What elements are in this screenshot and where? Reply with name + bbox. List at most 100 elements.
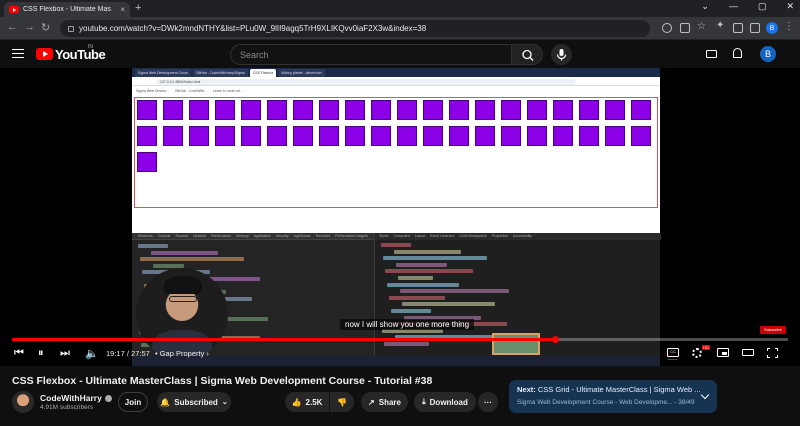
search-button[interactable] <box>511 44 543 65</box>
code-line <box>389 295 445 300</box>
devtools-styles-tab: Layout <box>414 234 426 238</box>
next-icon[interactable]: ⏭ <box>60 347 70 360</box>
back-arrow-icon[interactable]: ← <box>7 21 18 33</box>
devtools-styles-tab: Computed <box>393 234 410 238</box>
reload-icon[interactable]: ↻ <box>41 21 50 34</box>
bookmark-star-icon[interactable]: ☆ <box>697 21 707 32</box>
share-arrow-icon: ↗ <box>368 397 375 407</box>
video-caption: now I will show you one more thing <box>340 319 475 330</box>
devtools-tab: Security <box>275 234 289 238</box>
chapter-title[interactable]: • Gap Property › <box>155 349 209 358</box>
account-avatar[interactable]: B <box>760 46 776 62</box>
video-player[interactable]: Sigma Web Development Cours GitHub - Cod… <box>0 68 800 366</box>
settings-gear-icon[interactable] <box>692 348 702 358</box>
flex-item-box <box>631 100 651 120</box>
create-video-icon[interactable] <box>706 50 717 58</box>
volume-icon[interactable]: 🔈 <box>85 347 99 360</box>
flex-item-box <box>527 100 547 120</box>
like-button[interactable]: 👍 2.5K <box>285 392 329 412</box>
subtitles-cc-icon[interactable]: CC <box>667 348 679 360</box>
bell-icon: 🔔 <box>160 397 171 407</box>
new-tab-button[interactable]: + <box>135 2 141 14</box>
flex-container-demo <box>134 97 658 208</box>
thumbs-down-icon: 👎 <box>337 397 347 407</box>
devtools-styles-tab: Accessibility <box>512 234 532 238</box>
notifications-bell-icon[interactable] <box>733 48 742 58</box>
side-panel-icon[interactable] <box>750 23 760 33</box>
recorded-browser-tabs: Sigma Web Development Cours GitHub - Cod… <box>132 68 660 77</box>
flex-item-box <box>371 126 391 146</box>
google-lens-icon[interactable] <box>662 23 672 33</box>
theater-mode-icon[interactable] <box>742 349 754 356</box>
code-line <box>400 289 509 294</box>
flex-item-box <box>241 100 261 120</box>
devtools-styles-tab: DOM Breakpoints <box>459 234 487 238</box>
tab-search-icon[interactable]: ⌄ <box>701 1 709 12</box>
forward-arrow-icon[interactable]: → <box>24 21 35 33</box>
miniplayer-icon[interactable] <box>717 348 729 357</box>
url-text: youtube.com/watch?v=DWk2mndNTHY&list=PLu… <box>79 24 427 33</box>
close-window-button[interactable]: ✕ <box>786 1 794 12</box>
more-icon: ··· <box>484 397 492 407</box>
maximize-button[interactable]: ▢ <box>758 1 767 12</box>
flex-item-box <box>137 126 157 146</box>
presenter-hair <box>164 276 202 294</box>
progress-scrubber[interactable] <box>551 336 559 343</box>
fullscreen-icon[interactable] <box>767 348 778 358</box>
voice-search-button[interactable] <box>551 44 572 65</box>
flex-item-box <box>241 126 261 146</box>
chrome-menu-icon[interactable]: ⋮ <box>784 21 794 32</box>
devtools-tab: Network <box>193 234 207 238</box>
minimize-button[interactable]: — <box>729 1 738 12</box>
search-placeholder: Search <box>240 49 269 60</box>
youtube-logo-text[interactable]: YouTube <box>55 47 106 62</box>
recorded-bookmark: Learn to code onl... <box>213 89 244 93</box>
browser-tab[interactable]: CSS Flexbox - Ultimate Mas × <box>4 2 130 17</box>
flex-item-box <box>319 126 339 146</box>
flex-item-box <box>475 126 495 146</box>
code-line <box>138 244 168 248</box>
next-video-card[interactable]: Next: CSS Grid - Ultimate MasterClass | … <box>509 380 717 413</box>
channel-avatar[interactable] <box>12 391 34 413</box>
presenter-glasses <box>169 296 197 302</box>
devtools-styles-tab: Properties <box>491 234 508 238</box>
playlist-position: 38/49 <box>678 399 695 406</box>
reading-list-icon[interactable] <box>733 23 743 33</box>
flex-item-box <box>215 126 235 146</box>
code-line <box>398 275 433 280</box>
dislike-button[interactable]: 👎 <box>330 392 354 412</box>
code-line <box>387 282 459 287</box>
address-bar[interactable]: youtube.com/watch?v=DWk2mndNTHY&list=PLu… <box>60 20 650 37</box>
flex-item-box <box>397 126 417 146</box>
code-line <box>383 256 487 261</box>
flex-item-box <box>189 100 209 120</box>
flex-item-box <box>137 152 157 172</box>
hd-badge: HD <box>702 345 710 350</box>
next-video-title: CSS Grid - Ultimate MasterClass | Sigma … <box>537 385 701 394</box>
flex-item-box <box>293 126 313 146</box>
subscriber-count: 4.91M subscribers <box>40 404 94 411</box>
tab-close-icon[interactable]: × <box>120 5 125 14</box>
share-page-icon[interactable] <box>680 23 690 33</box>
pause-icon[interactable]: ⏸ <box>38 347 44 360</box>
subscribe-watermark[interactable]: Subscribe <box>760 326 786 334</box>
previous-icon[interactable]: ⏮ <box>14 347 24 360</box>
more-actions-button[interactable]: ··· <box>478 392 498 412</box>
download-button[interactable]: ⤓ Download <box>414 392 476 412</box>
menu-hamburger-icon[interactable] <box>12 49 24 58</box>
share-button[interactable]: ↗ Share <box>361 392 408 412</box>
search-input[interactable]: Search <box>230 44 511 65</box>
code-line <box>394 249 461 254</box>
recorded-tab: GitHub - CodeWithHarry/Sigma <box>192 69 248 77</box>
progress-bar[interactable] <box>12 336 788 343</box>
channel-name[interactable]: CodeWithHarry <box>40 393 112 403</box>
subscribed-button[interactable]: 🔔 Subscribed ⌄ <box>157 392 231 412</box>
youtube-favicon-icon <box>9 6 19 13</box>
recorded-bookmark: Sigma Web Develo... <box>136 89 169 93</box>
youtube-logo-icon[interactable] <box>36 48 53 60</box>
chevron-down-icon: ⌄ <box>221 399 228 406</box>
subscribed-label: Subscribed <box>174 397 218 407</box>
join-button[interactable]: Join <box>118 392 148 412</box>
chrome-profile-avatar[interactable]: B <box>766 22 778 34</box>
extensions-puzzle-icon[interactable]: ✦ <box>716 20 726 31</box>
